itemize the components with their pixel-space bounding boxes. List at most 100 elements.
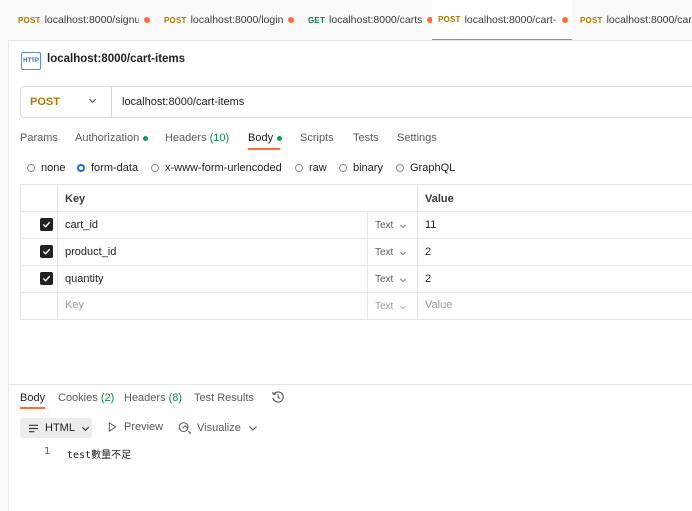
response-pane-divider[interactable] <box>8 384 692 385</box>
visualize-options-chevron-down-icon[interactable] <box>248 423 258 433</box>
row-type-select[interactable]: Text <box>375 220 407 231</box>
row-value-input[interactable]: 11 <box>425 219 436 231</box>
tab-params[interactable]: Params <box>20 132 58 144</box>
row-value-input[interactable]: 2 <box>425 273 431 285</box>
tab-scripts[interactable]: Scripts <box>300 132 334 144</box>
tab-method-badge: POST <box>438 15 461 24</box>
selected-tab-underline <box>248 148 280 150</box>
tab-label: localhost:8000/carts <box>329 14 423 26</box>
request-tab-carts-slash[interactable]: POST localhost:8000/carts/ <box>580 0 692 40</box>
play-icon <box>108 422 117 432</box>
response-tab-cookies[interactable]: Cookies (2) <box>58 392 114 404</box>
tab-method-badge: POST <box>164 15 187 25</box>
body-type-graphql-radio[interactable]: GraphQL <box>396 162 455 174</box>
method-label: POST <box>30 96 60 108</box>
body-type-raw-radio[interactable]: raw <box>295 162 327 174</box>
tab-authorization[interactable]: Authorization <box>75 132 149 144</box>
chevron-down-icon <box>88 98 97 104</box>
visualize-icon <box>178 422 192 435</box>
new-key-input[interactable]: Key <box>65 299 84 311</box>
row-enable-checkbox[interactable] <box>40 272 53 285</box>
response-body-text[interactable]: test數量不足 <box>67 446 131 461</box>
radio-circle-selected <box>77 164 85 172</box>
chevron-down-icon <box>81 426 90 431</box>
radio-circle <box>295 164 303 172</box>
chevron-down-icon <box>400 250 407 255</box>
tab-tests[interactable]: Tests <box>353 132 379 144</box>
response-tab-headers[interactable]: Headers (8) <box>124 392 182 404</box>
response-tab-test-results[interactable]: Test Results <box>194 392 254 404</box>
column-header-key: Key <box>65 193 86 205</box>
column-header-value: Value <box>425 193 454 205</box>
request-tab-cart-items[interactable]: POST localhost:8000/cart-items <box>432 0 572 40</box>
tab-label: localhost:8000/login <box>190 14 284 26</box>
radio-circle <box>151 164 159 172</box>
tab-scripts-label: Scripts <box>300 132 334 144</box>
tab-body[interactable]: Body <box>248 132 283 144</box>
history-icon[interactable] <box>271 390 285 404</box>
check-icon <box>42 275 51 282</box>
request-tab-bar: POST localhost:8000/signup POST localhos… <box>8 0 692 41</box>
active-indicator-dot-icon <box>143 135 149 141</box>
row-type-label: Text <box>375 301 394 312</box>
table-divider <box>20 238 692 239</box>
tab-headers[interactable]: Headers (10) <box>165 132 229 144</box>
row-key-input[interactable]: cart_id <box>65 219 98 231</box>
url-input[interactable]: localhost:8000/cart-items <box>122 96 244 108</box>
tab-label: localhost:8000/cart-items <box>464 13 557 26</box>
row-enable-checkbox[interactable] <box>40 218 53 231</box>
table-divider <box>20 184 692 185</box>
body-type-binary-radio[interactable]: binary <box>339 162 383 174</box>
row-type-select[interactable]: Text <box>375 274 407 285</box>
response-tab-body[interactable]: Body <box>20 392 45 404</box>
visualize-button[interactable]: Visualize <box>178 421 241 435</box>
radio-circle <box>396 164 404 172</box>
response-format-select[interactable]: HTML <box>20 418 92 438</box>
tab-settings[interactable]: Settings <box>397 132 437 144</box>
body-type-none-radio[interactable]: none <box>27 162 65 174</box>
headers-count: (10) <box>209 132 230 144</box>
cookies-count: (2) <box>100 392 115 404</box>
left-sidebar-edge <box>0 0 9 511</box>
response-headers-count: (8) <box>168 392 183 404</box>
radio-circle <box>27 164 35 172</box>
tab-params-label: Params <box>20 132 58 144</box>
row-enable-checkbox[interactable] <box>40 245 53 258</box>
table-divider <box>367 211 368 320</box>
table-divider <box>20 319 692 320</box>
url-bar: POST localhost:8000/cart-items <box>20 86 692 118</box>
request-tab-login[interactable]: POST localhost:8000/login <box>164 0 298 40</box>
request-tab-carts[interactable]: GET localhost:8000/carts <box>308 0 434 40</box>
body-type-form-data-radio[interactable]: form-data <box>77 162 138 174</box>
request-tab-signup[interactable]: POST localhost:8000/signup <box>18 0 152 40</box>
tab-authorization-label: Authorization <box>75 132 140 144</box>
request-title[interactable]: localhost:8000/cart-items <box>47 53 185 65</box>
body-type-urlencoded-radio[interactable]: x-www-form-urlencoded <box>151 162 282 174</box>
check-icon <box>42 221 51 228</box>
active-indicator-dot-icon <box>277 135 283 141</box>
row-value-input[interactable]: 2 <box>425 246 431 258</box>
row-type-label: Text <box>375 220 394 231</box>
chevron-down-icon <box>400 304 407 309</box>
unsaved-dot-icon <box>288 17 295 23</box>
table-divider <box>20 184 21 320</box>
tab-headers-label: Headers <box>165 132 207 144</box>
preview-button[interactable]: Preview <box>108 421 163 433</box>
row-type-label: Text <box>375 274 394 285</box>
row-key-input[interactable]: product_id <box>65 246 116 258</box>
row-type-label: Text <box>375 247 394 258</box>
unsaved-dot-icon <box>561 16 568 23</box>
row-type-select[interactable]: Text <box>375 247 407 258</box>
row-key-input[interactable]: quantity <box>65 273 104 285</box>
response-tab-body-label: Body <box>20 392 46 404</box>
table-divider <box>20 265 692 266</box>
table-divider <box>57 184 58 320</box>
chevron-down-icon <box>400 277 407 282</box>
new-row-type-select[interactable]: Text <box>375 301 407 312</box>
tab-method-badge: GET <box>308 15 326 25</box>
method-select[interactable]: POST <box>21 87 112 117</box>
chevron-down-icon <box>400 223 407 228</box>
new-value-input[interactable]: Value <box>425 299 452 311</box>
response-tab-test-results-label: Test Results <box>194 392 254 404</box>
tab-method-badge: POST <box>580 15 603 25</box>
